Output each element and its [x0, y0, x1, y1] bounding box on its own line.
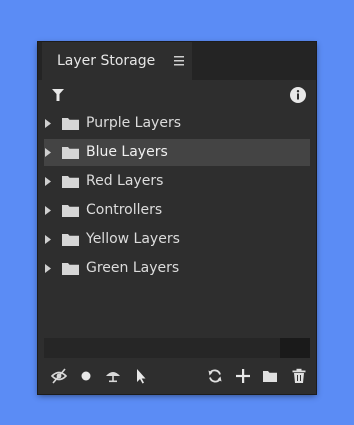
cursor-icon[interactable] — [133, 368, 149, 384]
filter-icon[interactable] — [52, 89, 64, 101]
refresh-icon[interactable] — [207, 368, 223, 384]
folder-row[interactable]: Red Layers — [44, 168, 310, 195]
folder-label: Blue Layers — [86, 144, 168, 160]
visibility-off-icon[interactable] — [51, 368, 67, 384]
expand-arrow-icon[interactable] — [45, 206, 51, 215]
scroll-corner — [280, 338, 310, 358]
folder-list: Purple Layers Blue Layers Red Layers Contro… — [44, 110, 310, 340]
expand-arrow-icon[interactable] — [45, 148, 51, 157]
expand-arrow-icon[interactable] — [45, 235, 51, 244]
expand-arrow-icon[interactable] — [45, 264, 51, 273]
folder-label: Purple Layers — [86, 115, 181, 131]
tab-layer-storage[interactable]: Layer Storage — [42, 42, 192, 80]
folder-row[interactable]: Green Layers — [44, 255, 310, 282]
folder-icon — [62, 234, 79, 246]
folder-icon — [62, 118, 79, 130]
folder-row[interactable]: Controllers — [44, 197, 310, 224]
expand-arrow-icon[interactable] — [45, 119, 51, 128]
info-icon[interactable] — [290, 87, 306, 103]
trash-icon[interactable] — [291, 368, 307, 384]
folder-label: Red Layers — [86, 173, 164, 189]
folder-icon — [62, 205, 79, 217]
panel-tab-bar: Layer Storage — [38, 42, 316, 80]
folder-icon — [62, 263, 79, 275]
folder-icon — [62, 147, 79, 159]
folder-row[interactable]: Blue Layers — [44, 139, 310, 166]
folder-label: Controllers — [86, 202, 163, 218]
horizontal-scrollbar[interactable] — [44, 338, 310, 358]
folder-icon[interactable] — [262, 368, 278, 384]
folder-label: Yellow Layers — [86, 231, 180, 247]
layer-storage-panel: Layer Storage Purple Layers Blue Layers Re… — [38, 42, 316, 394]
expand-arrow-icon[interactable] — [45, 177, 51, 186]
folder-icon — [62, 176, 79, 188]
add-icon[interactable] — [235, 368, 251, 384]
panel-title: Layer Storage — [57, 53, 156, 69]
panel-menu-icon[interactable] — [174, 55, 184, 67]
panel-bottom-toolbar — [38, 360, 316, 394]
folder-row[interactable]: Purple Layers — [44, 110, 310, 137]
folder-row[interactable]: Yellow Layers — [44, 226, 310, 253]
record-dot-icon[interactable] — [78, 368, 94, 384]
folder-label: Green Layers — [86, 260, 180, 276]
panel-toolbar — [38, 80, 316, 110]
umbrella-icon[interactable] — [105, 368, 121, 384]
